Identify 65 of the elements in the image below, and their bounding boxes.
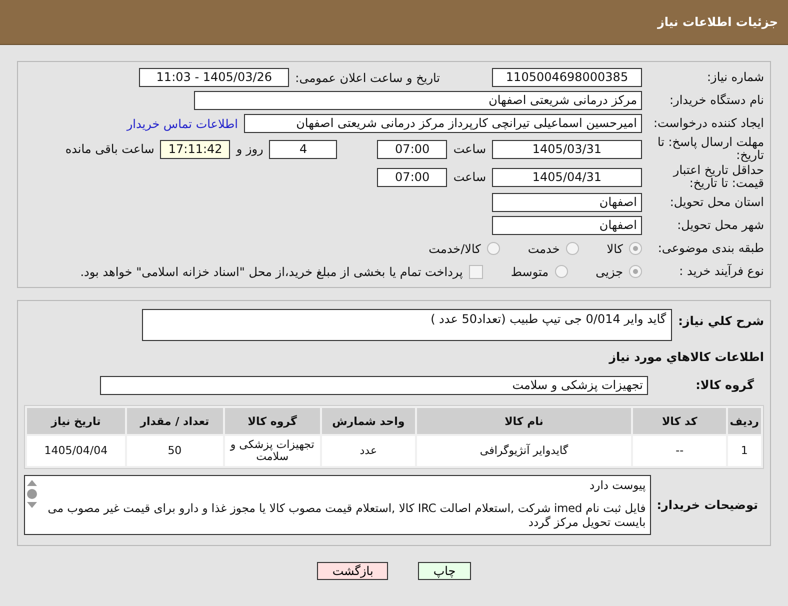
field-label: شرح کلي نياز: [678, 315, 764, 328]
column-header: واحد شمارش [322, 408, 415, 434]
radio-button[interactable] [486, 242, 500, 255]
text-field[interactable]: 07:00 [377, 140, 448, 158]
field-label: گروه کالا: [694, 379, 755, 392]
field-label: شهر محل تحویل: [676, 219, 764, 232]
text-field[interactable]: امیرحسین اسماعیلی تیرانچی کارپرداز مرکز درمانی شریعتی اصفهان [244, 114, 642, 133]
field-label: روز و [236, 142, 264, 156]
column-header: تعداد / مقدار [126, 408, 223, 434]
field-label: شماره نیاز: [706, 71, 764, 84]
radio-label: خدمت [528, 242, 560, 256]
scroll-thumb-icon[interactable] [27, 489, 37, 499]
radio-button[interactable] [629, 242, 642, 255]
field-label: ایجاد کننده درخواست: [652, 117, 764, 130]
text-field[interactable]: 07:00 [377, 168, 448, 186]
table-cell: 50 [126, 436, 223, 466]
section-title: اطلاعات کالاهاي مورد نياز [609, 350, 764, 364]
column-header: تاریخ نیاز [27, 408, 125, 434]
table-cell: گایدوایر آنژیوگرافی [416, 436, 632, 466]
field-label: ساعت باقی مانده [65, 142, 154, 156]
field-label: تاریخ و ساعت اعلان عمومی: [295, 70, 440, 84]
text-field[interactable]: 4 [269, 140, 338, 158]
column-header: گروه کالا [224, 408, 320, 434]
text-field[interactable]: 1105004698000385 [492, 68, 642, 87]
table-cell: -- [633, 436, 726, 466]
text-field[interactable]: اصفهان [492, 193, 642, 212]
field-label: ساعت [453, 142, 486, 156]
radio-button[interactable] [566, 242, 579, 255]
radio-label: متوسط [510, 264, 549, 278]
field-label: نوع فرآیند خرید : [678, 265, 764, 278]
field-label: نام دستگاه خریدار: [668, 94, 764, 107]
table-cell: عدد [322, 436, 415, 466]
text-field[interactable]: 1405/03/31 [492, 140, 642, 158]
field-label: توضیحات خریدار: [656, 498, 759, 512]
text-field[interactable]: مرکز درمانی شریعتی اصفهان [194, 91, 642, 110]
checkbox[interactable] [468, 264, 483, 278]
field-label: ساعت [453, 170, 486, 184]
field-label: استان محل تحویل: [668, 196, 764, 209]
field-label: مهلت ارسال پاسخ: تا تاریخ: [656, 136, 764, 162]
page-title: جزئیات اطلاعات نیاز [657, 15, 778, 29]
contact-link[interactable]: اطلاعات تماس خریدار [126, 116, 238, 130]
radio-label: کالا [606, 242, 623, 256]
table-cell: 1 [728, 436, 761, 466]
column-header: نام کالا [416, 408, 632, 434]
column-header: کد کالا [633, 408, 726, 434]
scroll-up-icon[interactable] [27, 480, 37, 486]
field-label: حداقل تاریخ اعتبار قیمت: تا تاریخ: [672, 164, 764, 190]
scroll-down-icon[interactable] [27, 502, 37, 508]
text-field[interactable]: 17:11:42 [160, 140, 230, 158]
radio-label: جزیی [596, 264, 623, 278]
text-field[interactable]: 1405/03/26 - 11:03 [139, 68, 290, 87]
text-field[interactable]: تجهیزات پزشکی و سلامت [100, 376, 648, 395]
description-box[interactable]: گاید وایر 0/014 جی تیپ طبیب (تعداد50 عدد ) [142, 309, 672, 341]
field-label: طبقه بندی موضوعی: [656, 242, 764, 255]
radio-button[interactable] [629, 265, 642, 278]
text-field[interactable]: اصفهان [492, 216, 642, 235]
radio-button[interactable] [554, 265, 568, 278]
checkbox-label: پرداخت تمام یا بخشی از مبلغ خرید،از محل "اسناد خزانه اسلامی" خواهد بود. [80, 264, 463, 278]
text-field[interactable]: 1405/04/31 [492, 168, 642, 186]
print-button[interactable]: چاپ [418, 562, 471, 580]
column-header: ردیف [728, 408, 761, 434]
radio-label: کالا/خدمت [428, 242, 481, 256]
table-cell: تجهیزات پزشکی و سلامت [224, 436, 320, 466]
table-cell: 1405/04/04 [27, 436, 125, 466]
back-button[interactable]: بازگشت [317, 562, 388, 580]
